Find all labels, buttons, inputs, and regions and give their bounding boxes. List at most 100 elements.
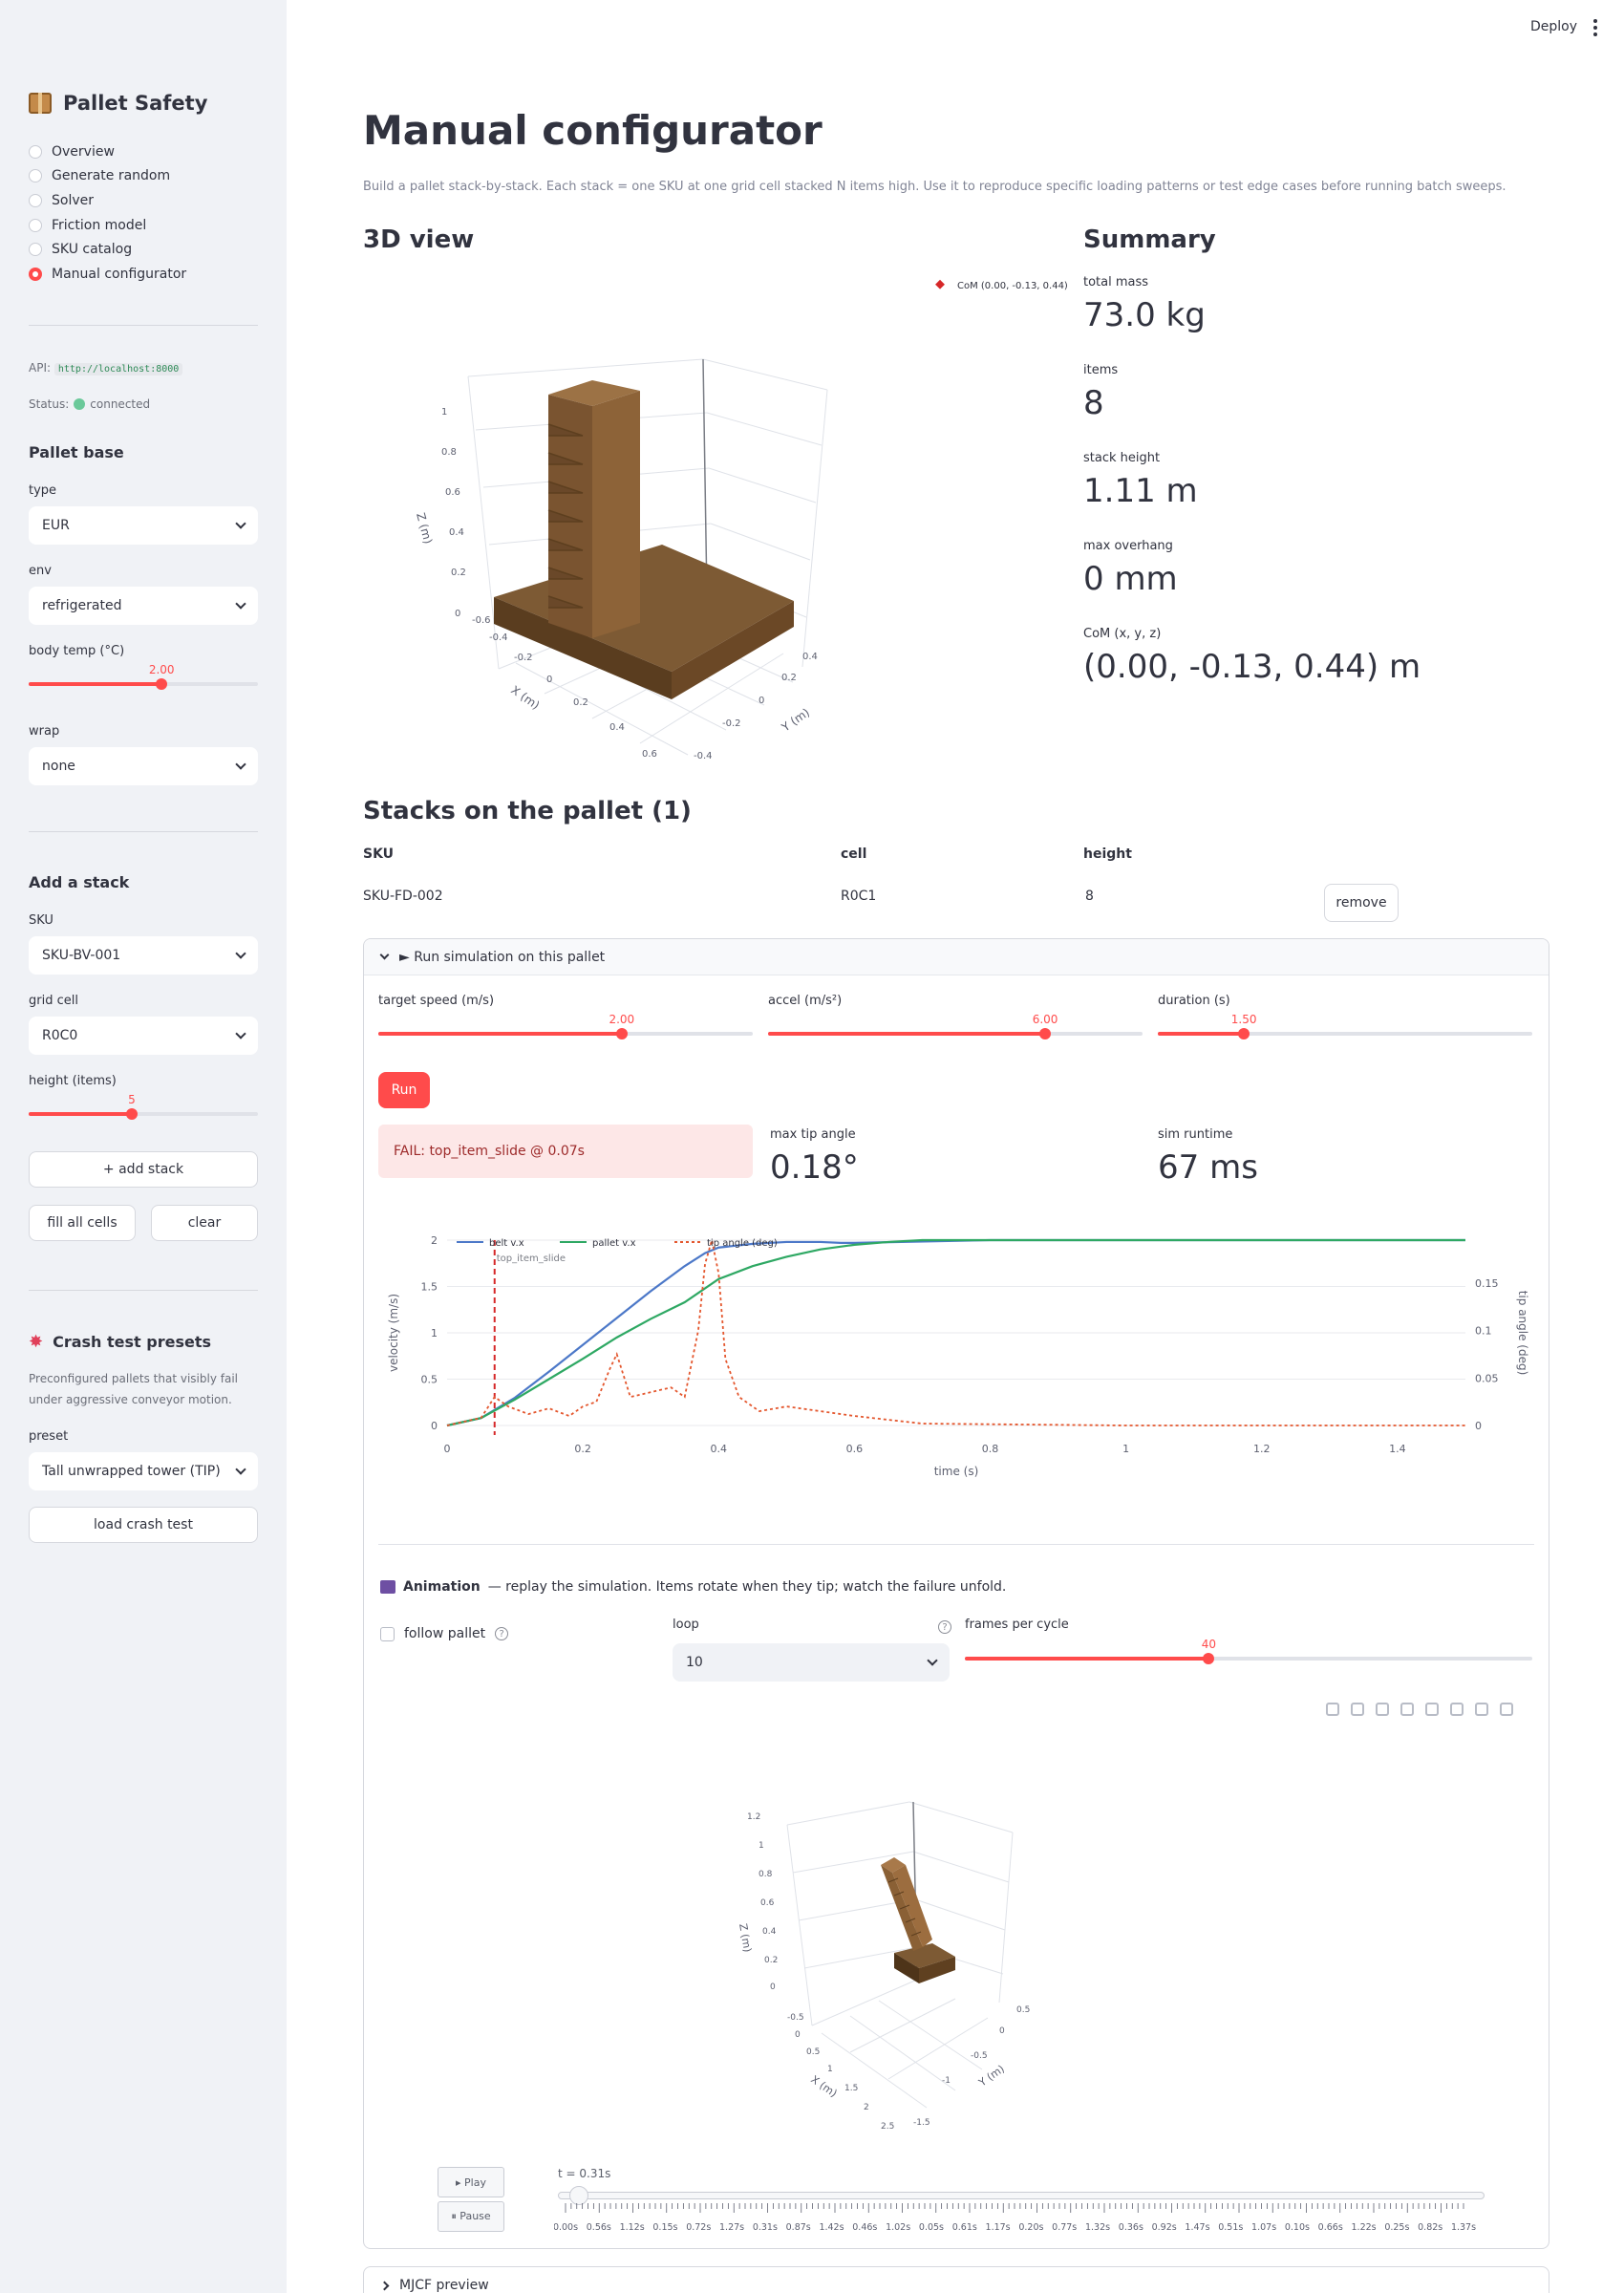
- deploy-button[interactable]: Deploy: [1530, 19, 1577, 34]
- y-axis-label: Y (m): [975, 2063, 1006, 2089]
- duration-label: duration (s): [1158, 994, 1230, 1008]
- slider-handle[interactable]: [1203, 1653, 1215, 1664]
- animation-3d-plot[interactable]: 0 0.2 0.4 0.6 0.8 1 1.2 Z (m) -0.5 0 0.5…: [726, 1787, 1146, 2140]
- runtime-label: sim runtime: [1158, 1127, 1233, 1142]
- radio-icon[interactable]: [29, 243, 42, 257]
- pause-button[interactable]: ⏸ Pause: [438, 2201, 504, 2232]
- preset-select[interactable]: Tall unwrapped tower (TIP): [29, 1452, 258, 1490]
- frames-label: frames per cycle: [965, 1618, 1069, 1632]
- slider-handle[interactable]: [126, 1108, 138, 1120]
- load-crash-test-button[interactable]: load crash test: [29, 1507, 258, 1543]
- y2-axis-title: tip angle (deg): [1516, 1291, 1529, 1376]
- row-height: 8: [1085, 889, 1094, 904]
- grid-cell-select[interactable]: R0C0: [29, 1017, 258, 1055]
- slider-handle[interactable]: [615, 1028, 628, 1039]
- time-slider-ticks: 0.00s 0.56s 1.12s 0.15s 0.72s 1.27s 0.31s 0.87s…: [554, 2203, 1476, 2233]
- time-slider-track[interactable]: [558, 2192, 1485, 2199]
- camera-icon[interactable]: [1326, 1703, 1339, 1716]
- follow-pallet-checkbox[interactable]: follow pallet ?: [380, 1626, 509, 1641]
- time-tick-label: 0.15s: [652, 2222, 677, 2233]
- nav-label: Generate random: [52, 168, 171, 184]
- crash-heading-row: ✸ Crash test presets: [29, 1332, 211, 1352]
- clear-button[interactable]: clear: [151, 1205, 258, 1241]
- type-select[interactable]: EUR: [29, 506, 258, 545]
- legend-label: belt v.x: [489, 1238, 524, 1249]
- slider-handle[interactable]: [1039, 1028, 1052, 1039]
- pan-icon[interactable]: [1376, 1703, 1389, 1716]
- 3d-pallet-plot[interactable]: 0 0.2 0.4 0.6 0.8 1 Z (m) -0.6 -0.4 -0.2…: [401, 268, 1070, 783]
- help-icon[interactable]: ?: [938, 1620, 951, 1634]
- time-tick-label: 0.61s: [952, 2222, 977, 2233]
- slider-handle[interactable]: [156, 678, 168, 690]
- x-tick-label: 0.2: [574, 1443, 591, 1455]
- time-tick-label: 1.32s: [1085, 2222, 1110, 2233]
- wrap-select[interactable]: none: [29, 747, 258, 785]
- zoom-icon[interactable]: [1351, 1703, 1364, 1716]
- chevron-down-icon: [379, 950, 390, 960]
- time-tick-label: 0.51s: [1218, 2222, 1243, 2233]
- simulation-expander-header[interactable]: ► Run simulation on this pallet: [364, 939, 1549, 975]
- z-tick: 1.2: [747, 1812, 760, 1822]
- preset-label: preset: [29, 1429, 69, 1444]
- preset-value: Tall unwrapped tower (TIP): [42, 1464, 221, 1479]
- accel-slider[interactable]: 6.00: [768, 1013, 1143, 1041]
- velocity-tip-chart[interactable]: 0 0.5 1 1.5 2 0 0.05 0.1 0.15 0 0.2 0.4 0.6 0.8 1 1.2 1.…: [378, 1223, 1534, 1500]
- nav-sku-catalog[interactable]: SKU catalog: [29, 237, 186, 262]
- play-button[interactable]: ▸ Play: [438, 2167, 504, 2197]
- temp-label: body temp (°C): [29, 644, 125, 658]
- radio-icon[interactable]: [29, 169, 42, 183]
- z-tick-labels: 0 0.2 0.4 0.6 0.8 1 1.2: [747, 1812, 778, 1992]
- y2-tick-label: 0.05: [1475, 1372, 1499, 1384]
- orbit-icon[interactable]: [1400, 1703, 1414, 1716]
- main-menu-icon[interactable]: [1593, 19, 1597, 39]
- x-tick: -0.4: [489, 632, 508, 643]
- radio-icon[interactable]: [29, 144, 42, 159]
- nav-friction-model[interactable]: Friction model: [29, 213, 186, 238]
- row-cell: R0C1: [841, 889, 877, 904]
- frames-slider[interactable]: 40: [965, 1638, 1532, 1666]
- metric-value: (0.00, -0.13, 0.44) m: [1083, 648, 1421, 686]
- slider-value: 2.00: [148, 663, 175, 676]
- speed-slider[interactable]: 2.00: [378, 1013, 753, 1041]
- fill-all-cells-button[interactable]: fill all cells: [29, 1205, 136, 1241]
- reset-camera-icon[interactable]: [1475, 1703, 1488, 1716]
- nav-generate-random[interactable]: Generate random: [29, 164, 186, 189]
- time-tick-label: 0.20s: [1018, 2222, 1043, 2233]
- help-icon[interactable]: ?: [495, 1627, 509, 1640]
- temp-slider[interactable]: 2.00: [29, 663, 258, 692]
- animation-title: Animation: [403, 1579, 481, 1595]
- height-slider[interactable]: 5: [29, 1093, 258, 1122]
- home-icon[interactable]: [1450, 1703, 1464, 1716]
- checkbox-icon[interactable]: [380, 1626, 395, 1641]
- duration-slider[interactable]: 1.50: [1158, 1013, 1532, 1041]
- sku-select[interactable]: SKU-BV-001: [29, 936, 258, 975]
- wrap-value: none: [42, 759, 75, 774]
- loop-select[interactable]: 10: [673, 1643, 950, 1682]
- x-tick: 1: [827, 2065, 833, 2074]
- runtime-value: 67 ms: [1158, 1148, 1258, 1187]
- slider-fill: [378, 1032, 622, 1036]
- nav-solver[interactable]: Solver: [29, 188, 186, 213]
- nav-overview[interactable]: Overview: [29, 139, 186, 164]
- radio-icon[interactable]: [29, 218, 42, 232]
- type-value: EUR: [42, 518, 70, 533]
- fullscreen-icon[interactable]: [1500, 1703, 1513, 1716]
- add-stack-button[interactable]: + add stack: [29, 1151, 258, 1188]
- metric-label: max overhang: [1083, 539, 1173, 553]
- nav-manual-configurator[interactable]: Manual configurator: [29, 262, 186, 287]
- animation-header: Animation — replay the simulation. Items…: [380, 1579, 1006, 1595]
- z-tick: 0: [455, 609, 460, 619]
- radio-icon[interactable]: [29, 193, 42, 207]
- remove-stack-button[interactable]: remove: [1324, 884, 1399, 922]
- run-button[interactable]: Run: [378, 1072, 430, 1108]
- time-tick-label: 0.31s: [753, 2222, 778, 2233]
- mjcf-preview-expander[interactable]: MJCF preview: [363, 2266, 1549, 2293]
- x-tick-label: 1.2: [1253, 1443, 1271, 1455]
- env-select[interactable]: refrigerated: [29, 587, 258, 625]
- z-tick: 0.8: [759, 1870, 773, 1879]
- slider-handle[interactable]: [1238, 1028, 1250, 1039]
- radio-selected-icon[interactable]: [29, 267, 42, 281]
- turntable-icon[interactable]: [1425, 1703, 1439, 1716]
- status-row: Status: connected: [29, 397, 150, 411]
- time-tick-label: 1.07s: [1251, 2222, 1276, 2233]
